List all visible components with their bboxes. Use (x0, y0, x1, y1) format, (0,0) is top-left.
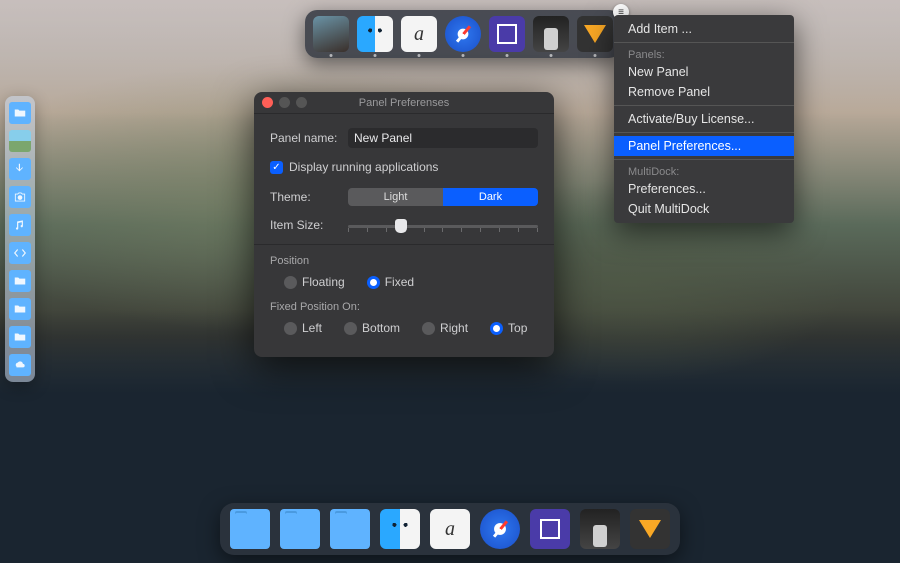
position-floating-radio[interactable] (284, 276, 297, 289)
menu-panel-preferences[interactable]: Panel Preferences... (614, 136, 794, 156)
desktop-preview-icon[interactable] (313, 16, 349, 52)
left-dock-folder-icon[interactable] (9, 102, 31, 124)
fontbook-icon[interactable]: a (401, 16, 437, 52)
theme-dark-segment[interactable]: Dark (443, 188, 538, 206)
panel-preferences-window: Panel Preferenses Panel name: ✓ Display … (254, 92, 554, 357)
sketch-icon[interactable] (630, 509, 670, 549)
fixedpos-top-label: Top (508, 321, 527, 335)
position-fixed-label: Fixed (385, 275, 414, 289)
left-dock-folder-icon[interactable] (9, 270, 31, 292)
folder-icon[interactable] (230, 509, 270, 549)
menu-new-panel[interactable]: New Panel (614, 62, 794, 82)
safari-icon[interactable] (445, 16, 481, 52)
menu-remove-panel[interactable]: Remove Panel (614, 82, 794, 102)
fixedpos-left-label: Left (302, 321, 322, 335)
left-dock-folder-icon[interactable] (9, 326, 31, 348)
fixed-position-header: Fixed Position On: (270, 301, 538, 313)
fixedpos-top-radio[interactable] (490, 322, 503, 335)
top-dock-panel[interactable]: a ≡ (305, 10, 621, 58)
bottom-dock-panel[interactable]: a (220, 503, 680, 555)
window-zoom-button[interactable] (296, 97, 307, 108)
fixedpos-right-radio[interactable] (422, 322, 435, 335)
mission-control-icon[interactable] (489, 16, 525, 52)
item-size-label: Item Size: (270, 218, 348, 232)
folder-icon[interactable] (330, 509, 370, 549)
menu-activate-license[interactable]: Activate/Buy License... (614, 109, 794, 129)
item-size-slider[interactable] (348, 219, 538, 232)
menu-preferences[interactable]: Preferences... (614, 179, 794, 199)
position-header: Position (270, 255, 538, 267)
finder-icon[interactable] (380, 509, 420, 549)
left-dock-download-icon[interactable] (9, 158, 31, 180)
left-dock-panel[interactable] (5, 96, 35, 382)
left-dock-folder-icon[interactable] (9, 298, 31, 320)
sketch-icon[interactable] (577, 16, 613, 52)
theme-light-segment[interactable]: Light (348, 188, 443, 206)
left-dock-camera-icon[interactable] (9, 186, 31, 208)
folder-icon[interactable] (280, 509, 320, 549)
menu-separator (614, 132, 794, 133)
window-title: Panel Preferenses (359, 97, 450, 109)
menu-separator (614, 105, 794, 106)
menu-separator (614, 159, 794, 160)
menu-add-item[interactable]: Add Item ... (614, 19, 794, 39)
finder-icon[interactable] (357, 16, 393, 52)
fixedpos-bottom-radio[interactable] (344, 322, 357, 335)
left-dock-code-icon[interactable] (9, 242, 31, 264)
menu-panels-header: Panels: (614, 46, 794, 62)
panel-name-label: Panel name: (270, 131, 348, 145)
mission-control-icon[interactable] (530, 509, 570, 549)
left-dock-music-icon[interactable] (9, 214, 31, 236)
fixedpos-right-label: Right (440, 321, 468, 335)
position-fixed-radio[interactable] (367, 276, 380, 289)
automator-icon[interactable] (533, 16, 569, 52)
fixedpos-bottom-label: Bottom (362, 321, 400, 335)
theme-segmented-control[interactable]: Light Dark (348, 188, 538, 206)
automator-icon[interactable] (580, 509, 620, 549)
slider-knob[interactable] (395, 219, 407, 233)
menu-quit[interactable]: Quit MultiDock (614, 199, 794, 219)
left-dock-photo-icon[interactable] (9, 130, 31, 152)
window-minimize-button[interactable] (279, 97, 290, 108)
window-titlebar[interactable]: Panel Preferenses (254, 92, 554, 114)
menu-separator (614, 42, 794, 43)
panel-context-menu: Add Item ... Panels: New Panel Remove Pa… (614, 15, 794, 223)
display-running-checkbox[interactable]: ✓ (270, 161, 283, 174)
theme-label: Theme: (270, 190, 348, 204)
left-dock-cloud-icon[interactable] (9, 354, 31, 376)
display-running-label: Display running applications (289, 160, 438, 174)
fontbook-icon[interactable]: a (430, 509, 470, 549)
panel-name-input[interactable] (348, 128, 538, 148)
menu-multidock-header: MultiDock: (614, 163, 794, 179)
safari-icon[interactable] (480, 509, 520, 549)
window-close-button[interactable] (262, 97, 273, 108)
position-floating-label: Floating (302, 275, 345, 289)
fixedpos-left-radio[interactable] (284, 322, 297, 335)
